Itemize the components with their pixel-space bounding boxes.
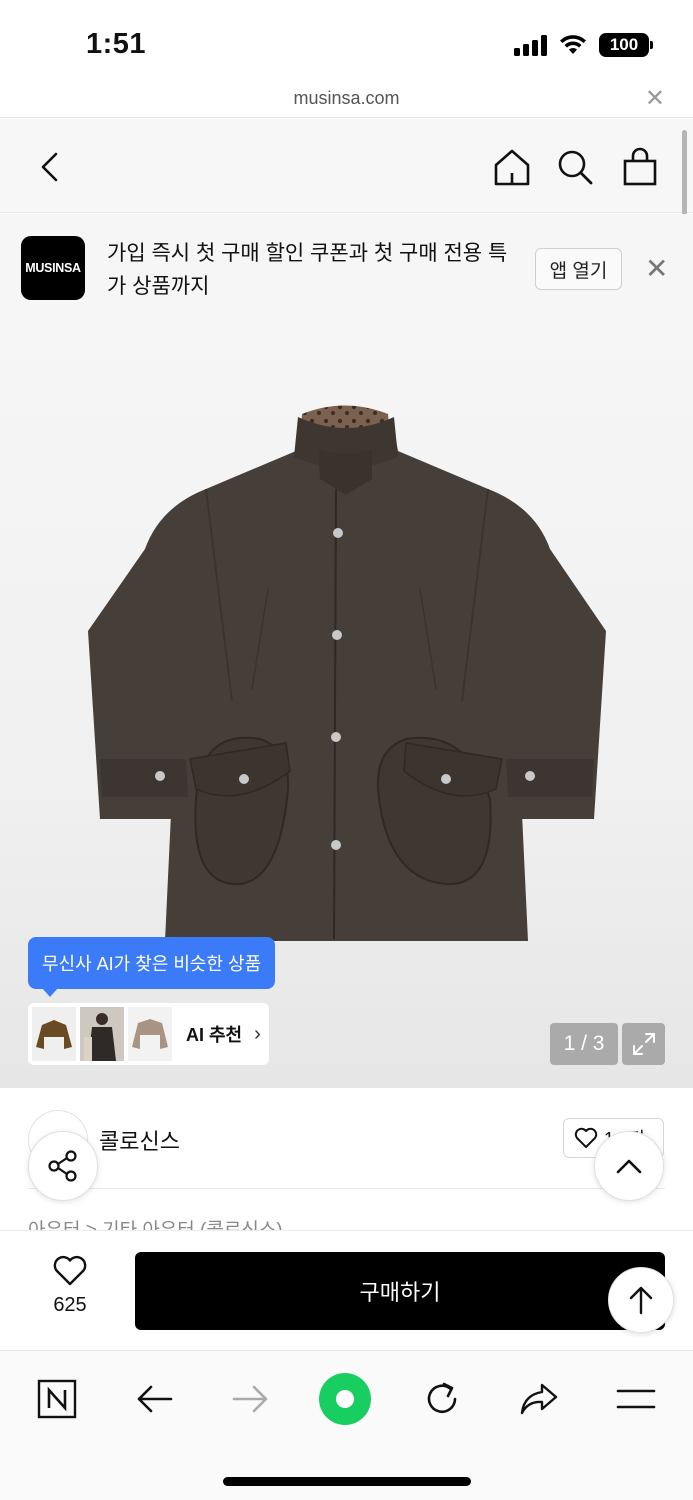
back-icon[interactable] (26, 143, 74, 191)
buy-button[interactable]: 구매하기 (135, 1252, 665, 1330)
url-domain[interactable]: musinsa.com (0, 88, 693, 109)
share-arrow-icon[interactable] (511, 1371, 567, 1427)
brand-name[interactable]: 콜로신스 (99, 1124, 180, 1156)
expand-icon[interactable] (622, 1023, 665, 1065)
wish-button[interactable]: 625 (36, 1255, 104, 1317)
naver-tab-icon[interactable] (29, 1371, 85, 1427)
recommend-thumbnail[interactable] (80, 1007, 124, 1061)
signal-icon (514, 34, 547, 56)
home-indicator[interactable] (223, 1477, 471, 1486)
url-bar[interactable]: musinsa.com ✕ (0, 84, 693, 118)
chevron-right-icon: › (254, 1022, 261, 1045)
cart-icon[interactable] (616, 143, 664, 191)
image-counter: 1 / 3 (550, 1023, 618, 1065)
purchase-bar: 625 구매하기 (0, 1230, 693, 1350)
recommend-thumbnail[interactable] (128, 1007, 172, 1061)
scroll-top-button[interactable] (594, 1131, 664, 1201)
product-gallery[interactable]: 무신사 AI가 찾은 비슷한 상품 AI 추천 › 1 / 3 (0, 319, 693, 1088)
brand-row: 콜로신스 1.2만 (0, 1088, 693, 1189)
refresh-icon[interactable] (414, 1371, 470, 1427)
app-banner: MUSINSA 가입 즉시 첫 구매 할인 쿠폰과 첫 구매 전용 특가 상품까… (0, 214, 693, 319)
app-open-button[interactable]: 앱 열기 (535, 248, 622, 290)
close-icon[interactable]: ✕ (645, 252, 668, 285)
menu-icon[interactable] (608, 1371, 664, 1427)
breadcrumb[interactable]: 아우터 > 기타 아우터 (콜로신스) (28, 1216, 283, 1230)
heart-icon (574, 1127, 598, 1148)
green-home-icon[interactable] (317, 1371, 373, 1427)
back-arrow-icon[interactable] (126, 1371, 182, 1427)
wifi-icon (560, 35, 586, 54)
divider (28, 1188, 665, 1189)
page-header (0, 119, 693, 213)
close-icon[interactable]: ✕ (645, 84, 665, 113)
recommend-thumbnail[interactable] (32, 1007, 76, 1061)
heart-icon (53, 1255, 87, 1286)
status-bar: 1:51 100 (0, 0, 693, 86)
page-scrollbar[interactable] (682, 130, 687, 225)
chevron-up-icon (616, 1159, 642, 1174)
status-time: 1:51 (86, 28, 147, 60)
arrow-up-icon (629, 1286, 653, 1315)
scroll-up-button[interactable] (608, 1267, 674, 1333)
status-icons: 100 (514, 33, 653, 57)
app-banner-message: 가입 즉시 첫 구매 할인 쿠폰과 첫 구매 전용 특가 상품까지 (107, 242, 508, 298)
ai-similar-tooltip[interactable]: 무신사 AI가 찾은 비슷한 상품 (28, 937, 276, 997)
home-icon[interactable] (488, 143, 536, 191)
share-button[interactable] (28, 1131, 98, 1201)
musinsa-logo: MUSINSA (21, 236, 85, 300)
wish-count: 625 (53, 1294, 87, 1316)
ai-recommend-strip[interactable]: AI 추천 › (28, 1003, 269, 1065)
share-icon (48, 1150, 77, 1182)
search-icon[interactable] (551, 143, 599, 191)
ai-recommend-label: AI 추천 (186, 1025, 243, 1045)
battery-icon: 100 (599, 33, 653, 57)
forward-arrow-icon[interactable] (223, 1371, 279, 1427)
